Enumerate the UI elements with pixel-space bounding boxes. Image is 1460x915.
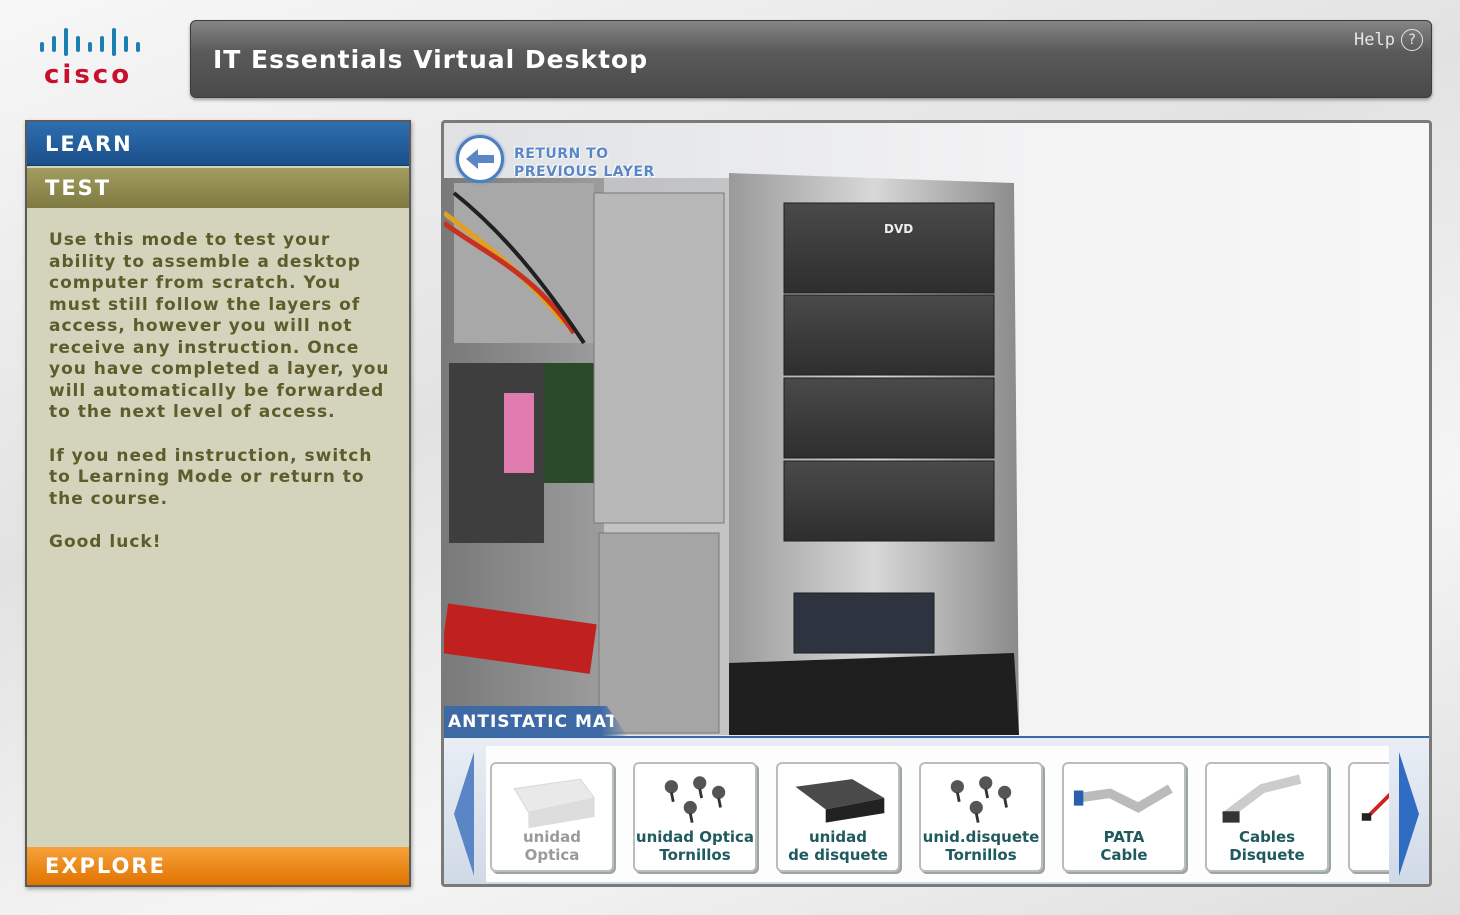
tray-item-label: unid.disquete Tornillos: [922, 828, 1040, 864]
floppy-drive-icon: [795, 779, 885, 823]
learn-mode-button[interactable]: LEARN: [27, 122, 409, 166]
sata-cable-icon: [1361, 792, 1389, 821]
drive-bay-cover: [783, 294, 995, 376]
cisco-bars-icon: [40, 28, 140, 56]
mode-panel: LEARN TEST Use this mode to test your ab…: [25, 120, 411, 887]
app-header: IT Essentials Virtual Desktop Help ?: [190, 20, 1432, 98]
tray-scroll-right-button[interactable]: [1393, 744, 1427, 884]
chevron-left-icon: [454, 752, 474, 876]
tray-item[interactable]: S C: [1348, 762, 1389, 872]
app-title: IT Essentials Virtual Desktop: [213, 45, 649, 74]
tray-item[interactable]: Cables Disquete: [1205, 762, 1329, 872]
tray-item-label: PATA Cable: [1100, 828, 1148, 864]
optical-drive-icon: [513, 778, 596, 829]
test-label: TEST: [45, 176, 112, 200]
cisco-wordmark: cisco: [44, 60, 133, 90]
component-tray: unidad Optica unidad Optica Tornillos unid…: [444, 736, 1429, 884]
arrow-left-circle-icon: [456, 135, 504, 183]
tray-item[interactable]: unidad Optica: [490, 762, 614, 872]
tray-item-label: Cables Disquete: [1229, 828, 1305, 864]
instructions-paragraph: Use this mode to test your ability to as…: [49, 230, 390, 422]
help-button[interactable]: Help ?: [1354, 29, 1423, 51]
tray-item[interactable]: PATA Cable: [1062, 762, 1186, 872]
screws-icon: [950, 776, 1012, 823]
tray-item[interactable]: unidad Optica Tornillos: [633, 762, 757, 872]
instructions-paragraph: Good luck!: [49, 532, 162, 552]
test-mode-button[interactable]: TEST: [27, 168, 409, 208]
test-instructions: Use this mode to test your ability to as…: [49, 230, 397, 576]
drive-cage: [593, 192, 725, 524]
explore-label: EXPLORE: [45, 854, 166, 878]
tray-item[interactable]: unidad de disquete: [776, 762, 900, 872]
instructions-paragraph: If you need instruction, switch to Learn…: [49, 445, 373, 509]
return-label: RETURN TO PREVIOUS LAYER: [514, 146, 655, 180]
screws-icon: [664, 776, 726, 823]
tray-item-label: unidad Optica: [522, 828, 582, 864]
learn-label: LEARN: [45, 131, 133, 156]
dvd-logo: DVD: [884, 222, 913, 236]
tray-item-label: unidad Optica Tornillos: [635, 828, 755, 864]
tray-item-label: S C: [1350, 828, 1389, 864]
desktop-viewer: DVD RETURN TO PREVIOUS LAYER ANTISTATIC …: [441, 120, 1432, 887]
drive-bay-cover: [783, 460, 995, 542]
computer-case-scene: DVD: [444, 173, 1019, 735]
question-circle-icon: ?: [1401, 29, 1423, 51]
antistatic-mat-label: ANTISTATIC MAT: [444, 706, 629, 738]
chevron-right-icon: [1399, 752, 1419, 876]
tray-items: unidad Optica unidad Optica Tornillos unid…: [486, 746, 1389, 882]
floppy-cable-icon: [1221, 774, 1302, 823]
ram-module: [504, 393, 534, 473]
explore-mode-button[interactable]: EXPLORE: [27, 847, 409, 885]
dvd-drive: [783, 202, 995, 294]
drive-bay-cover: [783, 377, 995, 459]
front-panel-ports: [793, 592, 935, 654]
cisco-logo: cisco: [36, 28, 156, 90]
tray-item[interactable]: unid.disquete Tornillos: [919, 762, 1043, 872]
ribbon-cable-icon: [1073, 784, 1173, 813]
tray-item-label: unidad de disquete: [788, 828, 888, 864]
return-to-previous-layer-button[interactable]: RETURN TO PREVIOUS LAYER: [456, 135, 655, 183]
tray-scroll-left-button[interactable]: [446, 744, 480, 884]
help-label: Help: [1354, 30, 1395, 50]
